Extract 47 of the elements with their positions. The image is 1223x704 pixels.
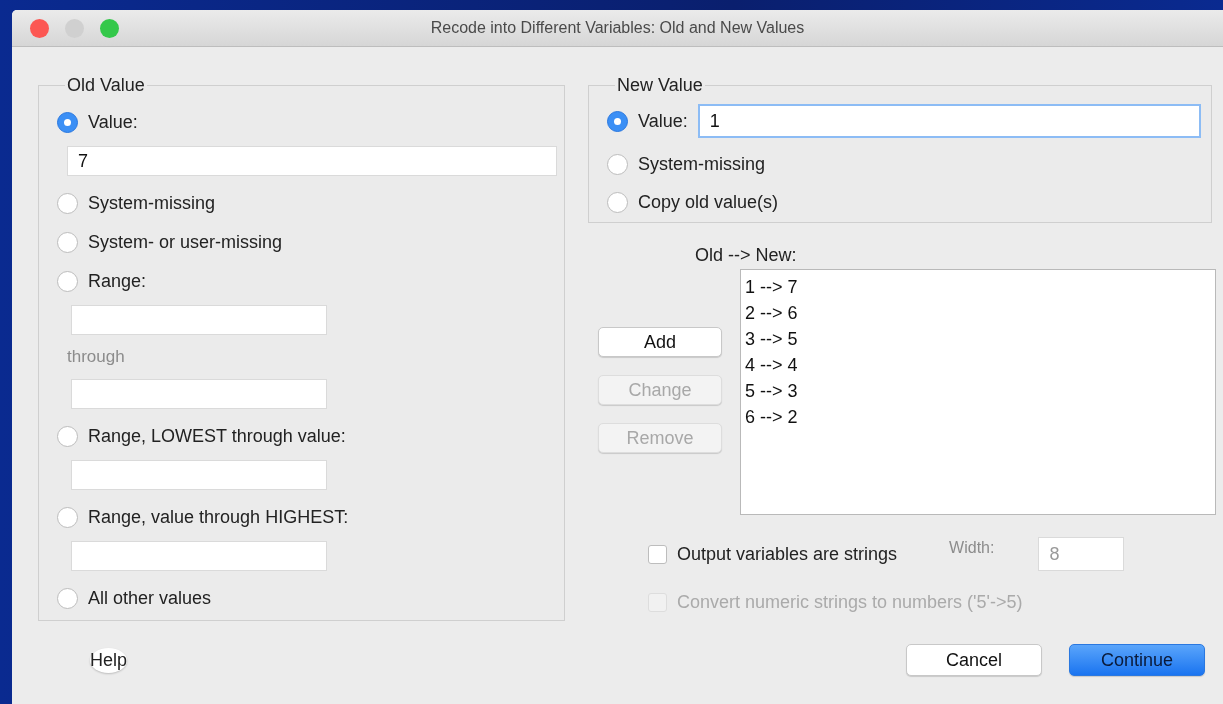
dialog-button[interactable]: Cancel bbox=[906, 644, 1042, 676]
list-item[interactable]: 2 --> 6 bbox=[745, 302, 1211, 324]
checkbox[interactable] bbox=[648, 544, 667, 564]
close-button[interactable] bbox=[30, 18, 49, 38]
radio-button[interactable] bbox=[57, 587, 78, 609]
list-label: Old --> New: bbox=[695, 245, 798, 267]
group-title: New Value bbox=[616, 75, 704, 96]
window-title: Recode into Different Variables: Old and New Values bbox=[430, 19, 805, 37]
action-button[interactable]: Add bbox=[598, 327, 722, 357]
radio-label[interactable]: Range, value through HIGHEST: bbox=[88, 506, 349, 528]
list-item[interactable]: 6 --> 2 bbox=[745, 406, 1211, 428]
zoom-button[interactable] bbox=[100, 18, 119, 38]
value-field[interactable]: 7 bbox=[67, 146, 557, 176]
radio-button[interactable] bbox=[607, 153, 628, 175]
range-start-field[interactable] bbox=[71, 305, 327, 335]
radio-label[interactable]: Range: bbox=[88, 270, 147, 292]
radio-label[interactable]: System- or user-missing bbox=[88, 231, 283, 253]
dialog-button[interactable]: Continue bbox=[1069, 644, 1205, 676]
radio-label[interactable]: System-missing bbox=[88, 192, 216, 214]
width-label: Width: bbox=[949, 539, 995, 557]
checkbox-label[interactable]: Output variables are strings bbox=[677, 543, 898, 565]
range-end-field[interactable] bbox=[71, 379, 327, 409]
radio-label[interactable]: Copy old value(s) bbox=[638, 191, 779, 213]
list-item[interactable]: 5 --> 3 bbox=[745, 380, 1211, 402]
radio-button[interactable] bbox=[57, 192, 78, 214]
through-label: through bbox=[67, 347, 126, 367]
radio-button[interactable] bbox=[57, 270, 78, 292]
radio-button[interactable] bbox=[607, 191, 628, 213]
range-field[interactable] bbox=[71, 541, 327, 571]
radio-button[interactable] bbox=[57, 506, 78, 528]
radio-button[interactable] bbox=[607, 110, 628, 132]
radio-button[interactable] bbox=[57, 425, 78, 447]
radio-label[interactable]: Value: bbox=[88, 111, 138, 133]
radio-label[interactable]: Range, LOWEST through value: bbox=[88, 425, 346, 447]
list-item[interactable]: 4 --> 4 bbox=[745, 354, 1211, 376]
list-item[interactable]: 1 --> 7 bbox=[745, 276, 1211, 298]
group-title: Old Value bbox=[66, 75, 146, 96]
radio-button[interactable] bbox=[57, 231, 78, 253]
radio-button[interactable] bbox=[57, 111, 78, 133]
range-field[interactable] bbox=[71, 460, 327, 490]
minimize-button[interactable] bbox=[65, 18, 84, 38]
help-button[interactable]: Help bbox=[90, 647, 128, 673]
radio-label[interactable]: All other values bbox=[88, 587, 212, 609]
list-item[interactable]: 3 --> 5 bbox=[745, 328, 1211, 350]
radio-label[interactable]: System-missing bbox=[638, 153, 766, 175]
radio-label[interactable]: Value: bbox=[638, 110, 688, 132]
value-field[interactable]: 1 bbox=[697, 104, 1201, 138]
